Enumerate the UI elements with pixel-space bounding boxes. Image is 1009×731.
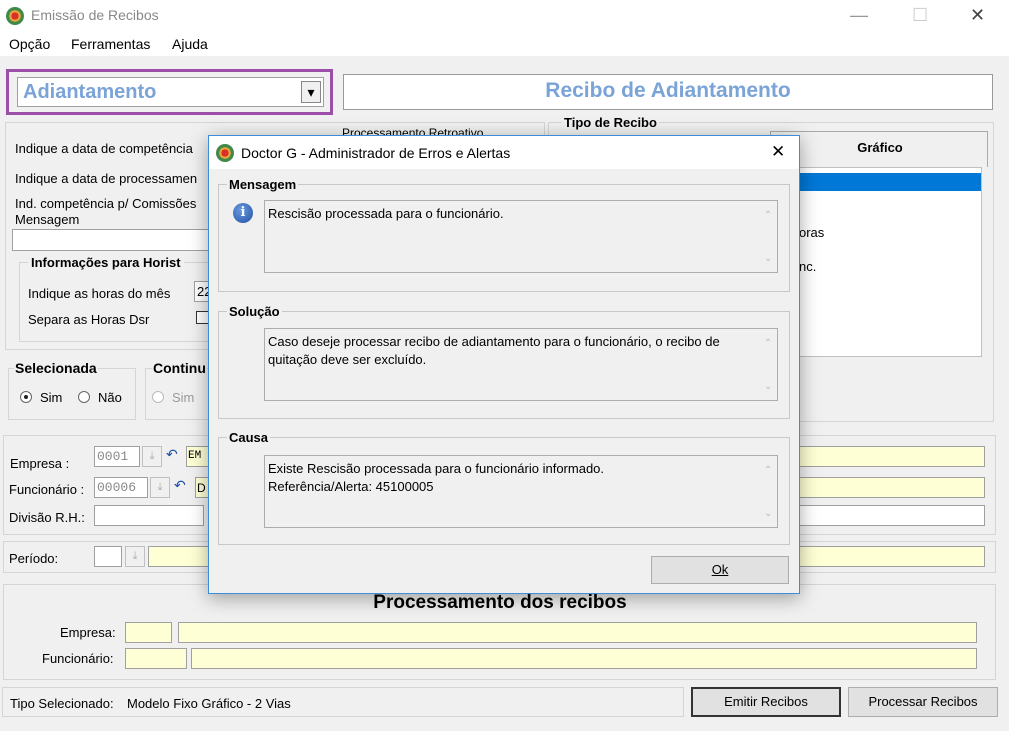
banner: Recibo de Adiantamento <box>343 74 993 110</box>
undo-icon[interactable]: ↶ <box>174 477 194 498</box>
divisao-input-right[interactable] <box>798 505 985 526</box>
selecionada-nao-radio[interactable] <box>78 391 90 403</box>
processing-funcionario-name <box>191 648 977 669</box>
processar-recibos-button[interactable]: Processar Recibos <box>848 687 998 717</box>
undo-icon[interactable]: ↶ <box>166 446 186 467</box>
causa-line-2: Referência/Alerta: 45100005 <box>268 479 434 494</box>
tipo-recibo-title: Tipo de Recibo <box>562 115 659 130</box>
processamento-label: Indique a data de processamen <box>15 171 198 186</box>
processing-empresa-label: Empresa: <box>60 625 116 640</box>
periodo-display-right <box>798 546 985 567</box>
divisao-input[interactable] <box>94 505 204 526</box>
periodo-lookup-icon[interactable]: ⤓ <box>125 546 145 567</box>
selecionada-nao-label: Não <box>98 390 122 405</box>
horistas-title: Informações para Horist <box>28 255 184 270</box>
processing-title: Processamento dos recibos <box>373 592 627 613</box>
causa-line-1: Existe Rescisão processada para o funcio… <box>268 461 605 476</box>
continua-title: Continu <box>152 360 207 376</box>
mensagem-input[interactable] <box>12 229 212 251</box>
type-select[interactable]: Adiantamento ▾ <box>17 77 324 107</box>
causa-title: Causa <box>227 430 271 445</box>
funcionario-name-field-right <box>798 477 985 498</box>
type-select-value: Adiantamento <box>23 81 157 103</box>
horas-mes-label: Indique as horas do mês <box>28 286 171 301</box>
continua-sim-radio[interactable] <box>152 391 164 403</box>
empresa-lookup-icon[interactable]: ⤓ <box>142 446 162 467</box>
solucao-title: Solução <box>227 304 282 319</box>
tipo-recibo-list[interactable]: oras nc. <box>770 167 982 357</box>
funcionario-label: Funcionário : <box>9 482 85 497</box>
ok-button[interactable]: Ok <box>651 556 789 584</box>
list-item-selected[interactable] <box>771 173 981 191</box>
periodo-label: Período: <box>9 551 59 566</box>
dialog-title: Doctor G - Administrador de Erros e Aler… <box>241 145 511 161</box>
tab-grafico[interactable]: Gráfico <box>770 131 988 167</box>
horistas-group <box>19 262 219 342</box>
menu-ferramentas[interactable]: Ferramentas <box>71 36 150 52</box>
page-title: Recibo de Adiantamento <box>545 79 791 102</box>
list-item[interactable]: oras <box>799 225 824 240</box>
processing-empresa-code <box>125 622 172 643</box>
comissoes-label: Ind. competência p/ Comissões <box>15 196 197 211</box>
minimize-button[interactable]: — <box>850 6 868 24</box>
mensagem-text: Rescisão processada para o funcionário. … <box>264 200 778 273</box>
empresa-code-input[interactable]: 0001 <box>94 446 140 467</box>
window-title: Emissão de Recibos <box>31 7 159 23</box>
mensagem-text-value: Rescisão processada para o funcionário. <box>268 206 504 221</box>
funcionario-code-input[interactable]: 00006 <box>94 477 148 498</box>
mensagem-title: Mensagem <box>227 177 299 192</box>
scrollbar[interactable]: ⌃ ⌄ <box>760 201 777 272</box>
funcionario-lookup-icon[interactable]: ⤓ <box>150 477 170 498</box>
dialog-close-button[interactable]: ✕ <box>771 142 785 162</box>
tab-grafico-label: Gráfico <box>857 140 903 155</box>
selecionada-sim-radio[interactable] <box>20 391 32 403</box>
selecionada-title: Selecionada <box>14 360 98 376</box>
chevron-down-icon[interactable]: ▾ <box>301 81 321 103</box>
divisao-label: Divisão R.H.: <box>9 510 85 525</box>
info-icon: i <box>233 203 253 223</box>
continua-sim-label: Sim <box>172 390 195 405</box>
menu-bar <box>0 32 1009 56</box>
processing-funcionario-code <box>125 648 187 669</box>
scrollbar[interactable]: ⌃ ⌄ <box>760 329 777 400</box>
competencia-label: Indique a data de competência <box>15 141 193 156</box>
selecionada-sim-label: Sim <box>40 390 63 405</box>
menu-ajuda[interactable]: Ajuda <box>172 36 208 52</box>
emit-recibos-button[interactable]: Emitir Recibos <box>691 687 841 717</box>
dsr-label: Separa as Horas Dsr <box>28 312 150 327</box>
periodo-input[interactable] <box>94 546 122 567</box>
processing-empresa-name <box>178 622 977 643</box>
solucao-text: Caso deseje processar recibo de adiantam… <box>264 328 778 401</box>
solucao-text-value: Caso deseje processar recibo de adiantam… <box>268 334 720 367</box>
empresa-name-field: EM <box>186 446 210 467</box>
empresa-name-field-right <box>798 446 985 467</box>
list-item[interactable]: nc. <box>799 259 816 274</box>
app-icon <box>6 7 24 25</box>
status-label: Tipo Selecionado: <box>10 696 114 711</box>
menu-opcao[interactable]: Opção <box>9 36 50 52</box>
status-value: Modelo Fixo Gráfico - 2 Vias <box>127 696 291 711</box>
processing-funcionario-label: Funcionário: <box>42 651 114 666</box>
empresa-label: Empresa : <box>10 456 70 471</box>
app-icon <box>216 144 234 162</box>
periodo-display <box>148 546 210 567</box>
causa-text: Existe Rescisão processada para o funcio… <box>264 455 778 528</box>
mensagem-label: Mensagem <box>15 212 80 227</box>
maximize-button[interactable]: ☐ <box>912 6 928 24</box>
close-button[interactable]: ✕ <box>970 6 985 24</box>
error-dialog: Doctor G - Administrador de Erros e Aler… <box>208 135 800 594</box>
scrollbar[interactable]: ⌃ ⌄ <box>760 456 777 527</box>
